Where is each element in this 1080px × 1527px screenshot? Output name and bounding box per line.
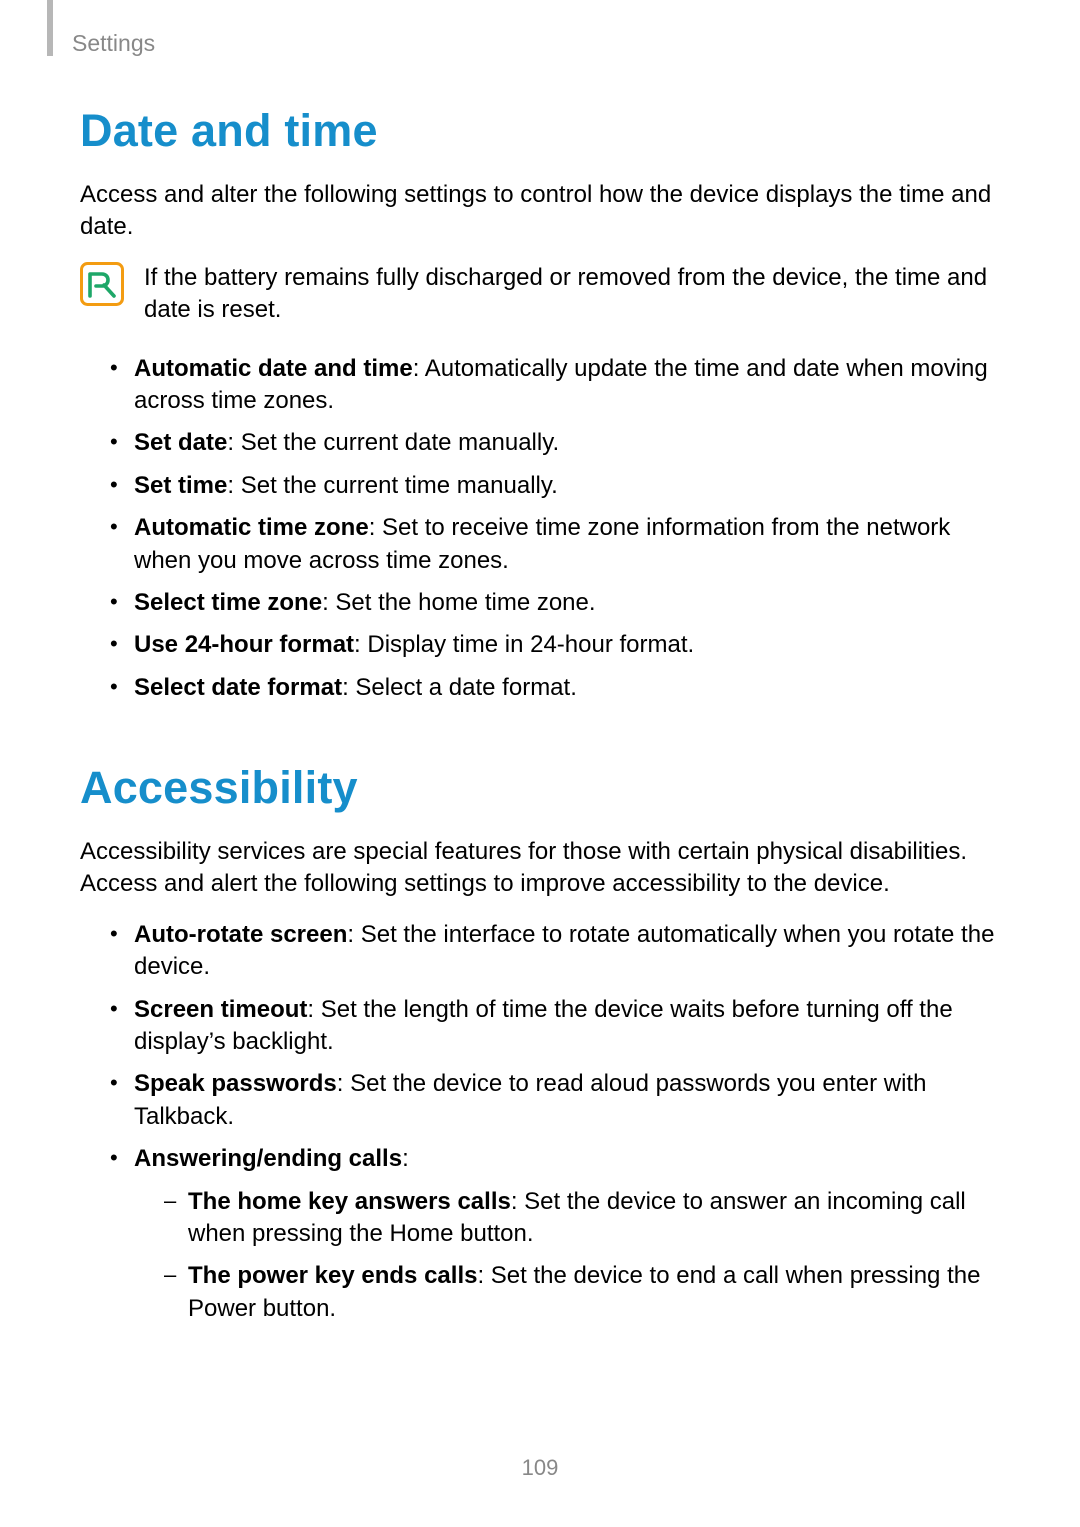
item-label: Set date (134, 429, 227, 456)
item-desc: : (402, 1145, 409, 1172)
sub-list-item: The power key ends calls: Set the device… (164, 1260, 1000, 1325)
note-text: If the battery remains fully discharged … (144, 262, 1000, 327)
sub-list-item: The home key answers calls: Set the devi… (164, 1186, 1000, 1251)
item-label: Speak passwords (134, 1070, 337, 1097)
item-label: Set time (134, 472, 227, 499)
sub-list: The home key answers calls: Set the devi… (134, 1186, 1000, 1326)
item-desc: : Set the current time manually. (227, 472, 557, 499)
note-icon (80, 262, 124, 306)
document-page: Settings Date and time Access and alter … (0, 0, 1080, 1527)
list-item: Set time: Set the current time manually. (110, 470, 1000, 502)
item-label: Auto-rotate screen (134, 921, 347, 948)
item-desc: : Select a date format. (342, 674, 577, 701)
date-time-options-list: Automatic date and time: Automatically u… (80, 353, 1000, 705)
note-box: If the battery remains fully discharged … (80, 262, 1000, 327)
page-content: Date and time Access and alter the follo… (80, 0, 1000, 1325)
item-label: Automatic time zone (134, 514, 369, 541)
page-number: 109 (0, 1455, 1080, 1481)
section-marker (47, 0, 53, 56)
section-label: Settings (72, 30, 155, 57)
list-item: Answering/ending calls: The home key ans… (110, 1143, 1000, 1325)
item-desc: : Display time in 24-hour format. (354, 631, 694, 658)
item-desc: : Set the current date manually. (227, 429, 559, 456)
item-label: Use 24-hour format (134, 631, 354, 658)
heading-accessibility: Accessibility (80, 762, 1000, 814)
intro-accessibility: Accessibility services are special featu… (80, 836, 1000, 901)
item-desc: : Set the home time zone. (322, 589, 595, 616)
list-item: Select date format: Select a date format… (110, 672, 1000, 704)
list-item: Automatic date and time: Automatically u… (110, 353, 1000, 418)
list-item: Use 24-hour format: Display time in 24-h… (110, 629, 1000, 661)
list-item: Speak passwords: Set the device to read … (110, 1068, 1000, 1133)
item-label: Answering/ending calls (134, 1145, 402, 1172)
sub-item-label: The home key answers calls (188, 1188, 511, 1215)
list-item: Screen timeout: Set the length of time t… (110, 994, 1000, 1059)
list-item: Auto-rotate screen: Set the interface to… (110, 919, 1000, 984)
item-label: Select time zone (134, 589, 322, 616)
item-label: Select date format (134, 674, 342, 701)
list-item: Set date: Set the current date manually. (110, 427, 1000, 459)
sub-item-label: The power key ends calls (188, 1262, 477, 1289)
intro-date-and-time: Access and alter the following settings … (80, 179, 1000, 244)
item-label: Automatic date and time (134, 355, 413, 382)
accessibility-options-list: Auto-rotate screen: Set the interface to… (80, 919, 1000, 1325)
heading-date-and-time: Date and time (80, 105, 1000, 157)
list-item: Select time zone: Set the home time zone… (110, 587, 1000, 619)
list-item: Automatic time zone: Set to receive time… (110, 512, 1000, 577)
item-label: Screen timeout (134, 996, 307, 1023)
